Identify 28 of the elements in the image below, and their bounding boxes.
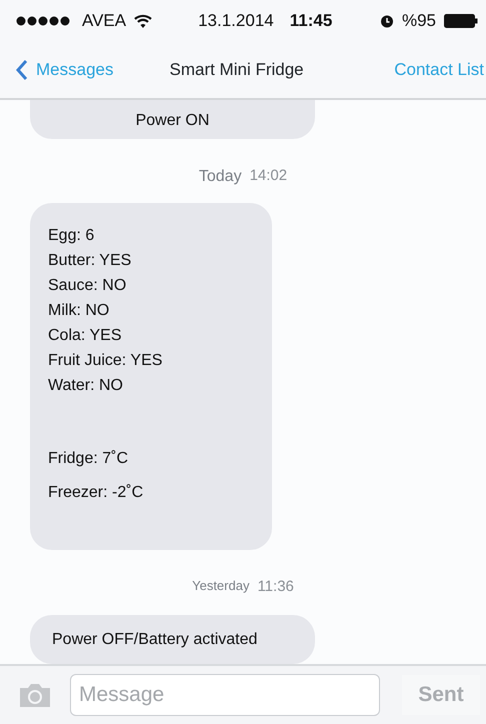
message-line: Milk: NO	[48, 301, 110, 321]
timestamp-day: Yesterday	[192, 576, 250, 598]
status-date: 13.1.2014	[198, 10, 274, 32]
message-line: Cola: YES	[48, 326, 123, 346]
timestamp-time: 11:36	[257, 577, 294, 597]
message-line: Egg: 6	[48, 226, 96, 246]
conversation-title: Smart Mini Fridge	[169, 59, 304, 82]
wifi-icon	[134, 14, 152, 28]
back-link[interactable]: Messages	[16, 57, 114, 83]
message-line: Fruit Juice: YES	[48, 351, 164, 371]
battery-percent: %95	[402, 10, 436, 32]
alarm-clock-icon	[380, 14, 394, 28]
status-time: 11:45	[290, 10, 332, 32]
timestamp-day: Today	[198, 165, 242, 189]
timestamp-time: 14:02	[250, 166, 288, 186]
message-line: Butter: YES	[48, 251, 132, 271]
message-line: Freezer: -2˚C	[48, 483, 144, 503]
message-line: Sauce: NO	[48, 276, 128, 296]
message-line: Power ON	[134, 111, 210, 131]
message-line: Power OFF/Battery activated	[52, 630, 258, 650]
contact-list-link[interactable]: Contact List	[394, 57, 484, 83]
message-line: Fridge: 7˚C	[48, 449, 130, 469]
message-field[interactable]: Message	[70, 674, 380, 716]
back-chevron-icon	[16, 59, 28, 81]
carrier-name: AVEA	[82, 10, 126, 32]
camera-icon[interactable]	[18, 682, 52, 708]
message-line: Water: NO	[48, 376, 124, 396]
battery-icon	[444, 14, 478, 28]
